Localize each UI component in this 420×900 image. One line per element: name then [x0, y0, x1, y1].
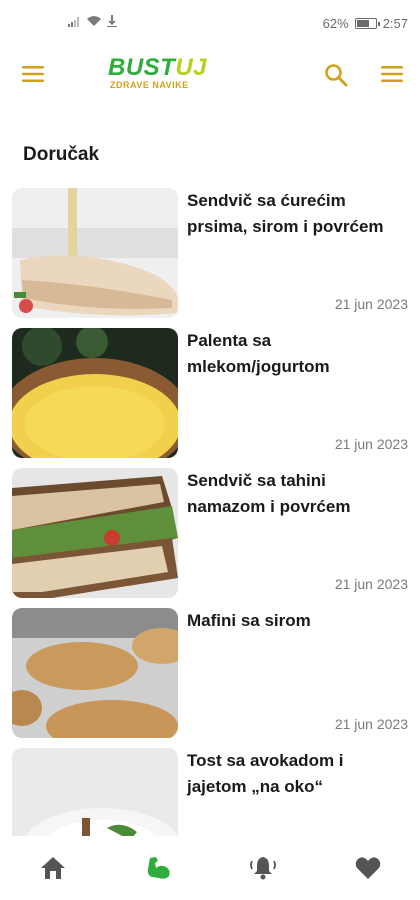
- logo-wordmark: BUSTUJ: [108, 56, 208, 80]
- search-icon: [325, 64, 348, 87]
- wifi-icon: [87, 16, 101, 26]
- status-icons-right: 62% 2:57: [323, 16, 408, 31]
- list-item[interactable]: Sendvič sa ćurećim prsima, sirom i povrć…: [12, 188, 408, 318]
- list-item[interactable]: Palenta sa mlekom/jogurtom 21 jun 2023: [12, 328, 408, 458]
- battery-icon: [354, 18, 380, 29]
- page-title: Doručak: [23, 144, 100, 165]
- nav-strength[interactable]: [142, 852, 174, 884]
- download-icon: [107, 15, 117, 27]
- clock: 2:57: [382, 16, 408, 31]
- hamburger-icon: [381, 66, 403, 82]
- recipe-list: Sendvič sa ćurećim prsima, sirom i povrć…: [12, 188, 408, 888]
- app-logo[interactable]: BUSTUJ ZDRAVE NAVIKE: [108, 56, 208, 96]
- home-icon: [41, 857, 65, 879]
- recipe-title[interactable]: Palenta sa mlekom/jogurtom: [187, 328, 407, 380]
- recipe-date: 21 jun 2023: [334, 716, 408, 732]
- battery-percent: 62%: [322, 16, 349, 31]
- nav-notifications[interactable]: [247, 852, 279, 884]
- recipe-title[interactable]: Tost sa avokadom i jajetom „na oko“: [187, 748, 407, 800]
- logo-text-part2: UJ: [175, 54, 208, 81]
- recipe-title[interactable]: Sendvič sa tahini namazom i povrćem: [187, 468, 407, 520]
- status-bar: 62% 2:57: [0, 0, 420, 50]
- bottom-nav: [0, 836, 420, 900]
- recipe-image-polenta: [12, 328, 178, 458]
- status-icons-left: [68, 15, 118, 27]
- nav-favorites[interactable]: [352, 852, 384, 884]
- logo-text-part1: BUST: [108, 54, 176, 81]
- search-button[interactable]: [324, 63, 348, 92]
- logo-tagline: ZDRAVE NAVIKE: [110, 80, 189, 90]
- signal-icon: [68, 17, 79, 27]
- app-header: BUSTUJ ZDRAVE NAVIKE: [0, 50, 420, 100]
- hamburger-icon: [22, 66, 44, 82]
- heart-icon: [355, 857, 381, 879]
- bell-icon: [250, 857, 276, 880]
- nav-home[interactable]: [37, 852, 69, 884]
- flexed-arm-icon: [147, 857, 170, 879]
- recipe-image-muffins: [12, 608, 178, 738]
- list-item[interactable]: Sendvič sa tahini namazom i povrćem 21 j…: [12, 468, 408, 598]
- menu-button-right[interactable]: [381, 66, 403, 87]
- list-item[interactable]: Mafini sa sirom 21 jun 2023: [12, 608, 408, 738]
- recipe-date: 21 jun 2023: [334, 296, 408, 312]
- recipe-date: 21 jun 2023: [334, 576, 408, 592]
- menu-button-left[interactable]: [22, 66, 44, 87]
- recipe-date: 21 jun 2023: [334, 436, 408, 452]
- recipe-image-tahini-sandwich: [12, 468, 178, 598]
- recipe-title[interactable]: Mafini sa sirom: [187, 608, 407, 634]
- recipe-image-sandwich-turkey: [12, 188, 178, 318]
- recipe-title[interactable]: Sendvič sa ćurećim prsima, sirom i povrć…: [187, 188, 407, 240]
